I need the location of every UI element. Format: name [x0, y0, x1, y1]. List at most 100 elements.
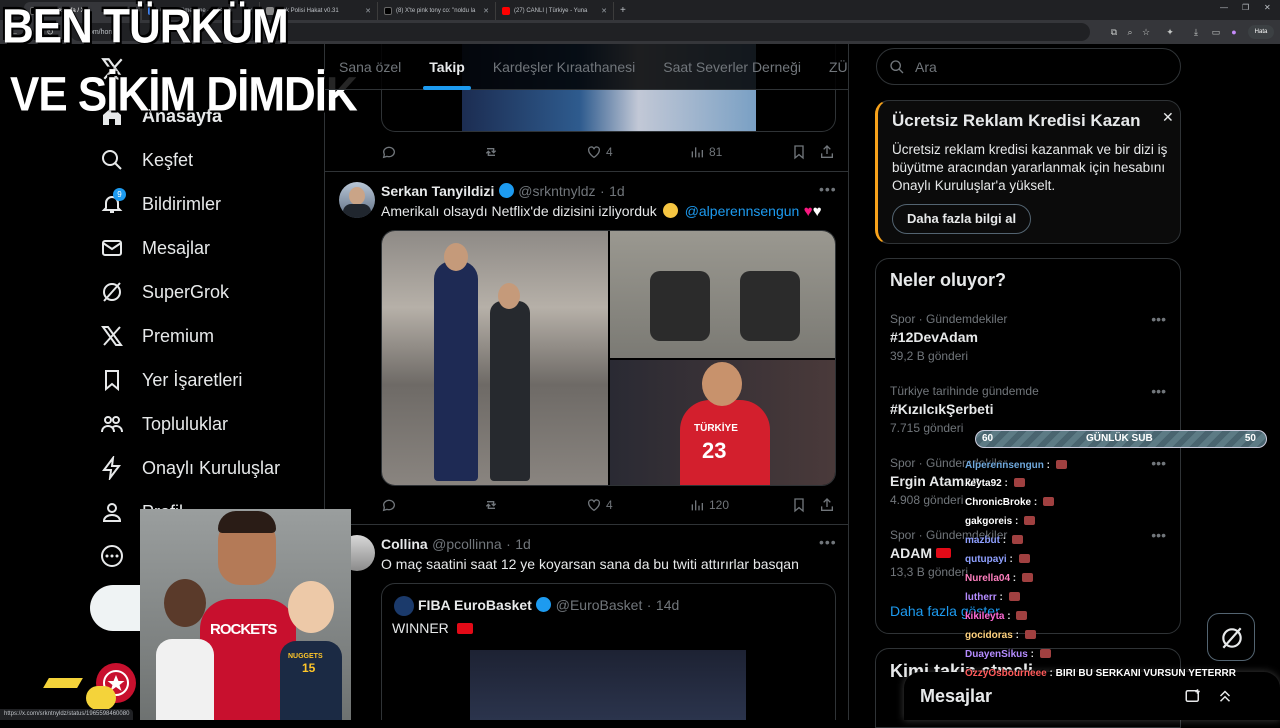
close-tab-icon[interactable]: ✕	[483, 7, 489, 15]
heart-emoji-icon: ♥	[803, 203, 813, 220]
chat-username: keyta92	[965, 478, 1002, 489]
reply-button[interactable]	[381, 497, 397, 513]
messages-drawer[interactable]: Mesajlar	[904, 672, 1280, 720]
download-icon[interactable]: ⤓	[1190, 26, 1202, 38]
trend-meta: Spor · Gündemdekiler	[890, 312, 1008, 326]
new-tab-button[interactable]: +	[620, 5, 626, 16]
quote-body: WINNER	[392, 620, 449, 636]
chat-username: gakgoreis	[965, 516, 1013, 527]
account-icon[interactable]: ●	[1228, 26, 1240, 38]
author-name[interactable]: Collina	[381, 536, 428, 552]
tab-list-kiraathanesi[interactable]: Kardeşler Kıraathanesi	[479, 44, 649, 90]
search-icon	[102, 150, 122, 170]
extensions-icon[interactable]: ✦	[1164, 26, 1176, 38]
minimize-icon[interactable]: —	[1220, 3, 1228, 12]
like-button[interactable]: 4	[586, 144, 613, 160]
tweet-time[interactable]: 1d	[609, 183, 625, 199]
trend-title[interactable]: #KızılcıkŞerbeti	[890, 401, 994, 417]
install-icon[interactable]: ⧉	[1108, 26, 1120, 38]
share-icon	[821, 145, 833, 158]
learn-more-button[interactable]: Daha fazla bilgi al	[892, 204, 1032, 234]
right-shoe	[740, 271, 800, 341]
heart-icon	[588, 499, 600, 512]
expand-icon[interactable]	[1216, 687, 1234, 705]
chat-message: DuayenSikus :	[965, 649, 1051, 660]
nav-item-premium[interactable]: Premium	[100, 316, 214, 356]
sidebar-icon[interactable]: ▭	[1210, 26, 1222, 38]
more-options-icon[interactable]: •••	[819, 181, 837, 197]
close-window-icon[interactable]: ✕	[1264, 3, 1271, 12]
chat-message: qutupayi :	[965, 554, 1030, 565]
nav-item-messages[interactable]: Mesajlar	[100, 228, 210, 268]
tweet-time[interactable]: 1d	[515, 536, 531, 552]
chat-message: mazbut :	[965, 535, 1023, 546]
new-message-icon[interactable]	[1184, 687, 1202, 705]
tab-list-zupe[interactable]: ZÜPE	[815, 44, 848, 90]
more-options-icon[interactable]: •••	[1151, 527, 1166, 543]
media-photo-shoes[interactable]	[610, 231, 835, 358]
search-input[interactable]: Ara	[876, 48, 1181, 85]
quote-tweet[interactable]: FIBA EuroBasket @EuroBasket · 14d WINNER	[381, 583, 836, 720]
browser-tab-4[interactable]: (8) X'te pink tony co: "noldu la ✕	[378, 2, 496, 20]
tab-for-you[interactable]: Sana özel	[325, 44, 415, 90]
tab-list-saat-severler[interactable]: Saat Severler Derneği	[649, 44, 815, 90]
reply-button[interactable]	[381, 144, 397, 160]
share-button[interactable]	[819, 497, 835, 513]
tweet-media-grid[interactable]: TÜRKİYE 23	[381, 230, 836, 486]
grok-button[interactable]	[1207, 613, 1255, 661]
views-button[interactable]: 81	[689, 144, 722, 160]
media-photo-street[interactable]	[382, 231, 608, 485]
avatar[interactable]	[339, 182, 375, 218]
maximize-icon[interactable]: ❐	[1242, 3, 1249, 12]
zoom-icon[interactable]: ⌕	[1124, 26, 1136, 38]
star-icon[interactable]: ☆	[1140, 26, 1152, 38]
views-icon	[691, 500, 703, 511]
chat-username: ChronicBroke	[965, 497, 1032, 508]
close-tab-icon[interactable]: ✕	[365, 7, 371, 15]
chat-message: gocidoras :	[965, 630, 1036, 641]
author-handle[interactable]: @pcollinna	[432, 536, 501, 552]
profile-button[interactable]: Hata	[1248, 25, 1274, 39]
emote-icon	[1043, 497, 1055, 506]
sub-bar-right-value: 50	[1244, 433, 1256, 444]
more-icon[interactable]	[100, 544, 124, 568]
close-icon[interactable]: ✕	[1162, 109, 1174, 126]
retweet-button[interactable]	[483, 144, 499, 160]
retweet-icon	[485, 148, 497, 156]
more-options-icon[interactable]: •••	[1151, 455, 1166, 471]
close-tab-icon[interactable]: ✕	[601, 7, 607, 15]
more-options-icon[interactable]: •••	[1151, 311, 1166, 327]
nav-item-verified-orgs[interactable]: Onaylı Kuruluşlar	[100, 448, 280, 488]
avatar-body	[343, 204, 371, 218]
tab-following[interactable]: Takip	[415, 44, 479, 90]
view-count: 120	[709, 498, 730, 512]
bookmark-button[interactable]	[791, 144, 807, 160]
like-button[interactable]: 4	[586, 497, 613, 513]
retweet-button[interactable]	[483, 497, 499, 513]
share-button[interactable]	[819, 144, 835, 160]
author-name[interactable]: Serkan Tanyildizi	[381, 183, 494, 199]
kid-jersey-text: NUGGETS	[288, 653, 323, 660]
trend-count: 7.715 gönderi	[890, 421, 964, 435]
nav-item-communities[interactable]: Topluluklar	[100, 404, 228, 444]
chat-username: DuayenSikus	[965, 649, 1028, 660]
nav-item-explore[interactable]: Keşfet	[100, 140, 193, 180]
more-options-icon[interactable]: •••	[819, 534, 837, 550]
mention-link[interactable]: @alperennsengun	[685, 203, 800, 219]
trend-title-with-flag[interactable]: ADAM	[890, 545, 951, 561]
child-right-shirt: NUGGETS 15	[280, 641, 342, 720]
author-handle[interactable]: @srkntnyldz	[518, 183, 595, 199]
browser-tab-5[interactable]: (27) CANLI | Türkiye - Yuna ✕	[496, 2, 614, 20]
quote-media[interactable]	[470, 650, 746, 720]
views-button[interactable]: 120	[689, 497, 729, 513]
tall-person	[434, 261, 478, 481]
media-photo-player[interactable]: TÜRKİYE 23	[610, 360, 835, 485]
nav-item-bookmarks[interactable]: Yer İşaretleri	[100, 360, 242, 400]
divider	[325, 171, 848, 172]
more-options-icon[interactable]: •••	[1151, 383, 1166, 399]
nav-item-supergrok[interactable]: SuperGrok	[100, 272, 229, 312]
promo-title: Ücretsiz Reklam Kredisi Kazan	[892, 111, 1141, 130]
trend-title[interactable]: #12DevAdam	[890, 329, 978, 345]
bookmark-button[interactable]	[791, 497, 807, 513]
person-head	[444, 243, 468, 271]
